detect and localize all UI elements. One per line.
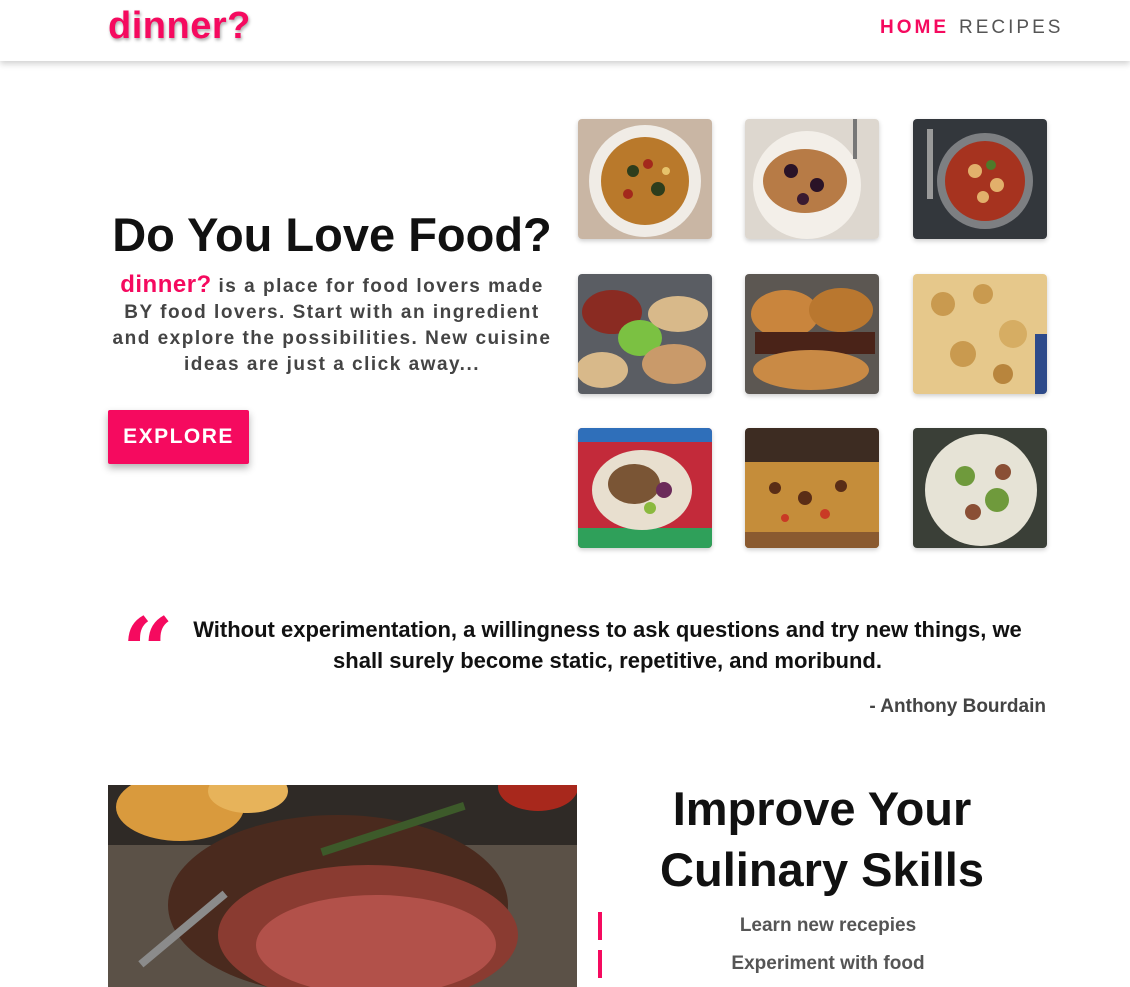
hero-description: dinner? is a place for food lovers made … — [108, 272, 556, 378]
food-image-pancakes[interactable] — [745, 119, 879, 239]
skills-title: Improve Your Culinary Skills — [660, 782, 984, 896]
food-image-pasta[interactable] — [578, 119, 712, 239]
hero-title: Do You Love Food? — [112, 208, 552, 261]
quote-icon: “ — [122, 598, 174, 704]
nav-link-home[interactable]: HOME — [880, 17, 949, 39]
food-image-burgers[interactable] — [745, 274, 879, 394]
skills-list: Learn new recepies Experiment with food — [598, 910, 1058, 986]
nav-link-recipes[interactable]: RECIPES — [959, 17, 1063, 39]
skill-accent-bar — [598, 912, 602, 940]
food-image-mac-cheese[interactable] — [913, 274, 1047, 394]
quote-text: Without experimentation, a willingness t… — [193, 617, 1022, 673]
quote-author: - Anthony Bourdain — [869, 696, 1046, 717]
steak-photo — [108, 785, 577, 987]
skill-label: Learn new recepies — [739, 915, 917, 936]
food-image-noodle-salad[interactable] — [913, 428, 1047, 548]
brand-logo[interactable]: dinner? — [108, 5, 251, 48]
skill-label: Experiment with food — [731, 953, 925, 974]
food-image-gnocchi-pan[interactable] — [913, 119, 1047, 239]
food-image-grid — [578, 119, 1047, 548]
hero-brand: dinner? — [120, 271, 212, 298]
food-image-tostadas[interactable] — [578, 428, 712, 548]
skill-item: Learn new recepies — [598, 910, 1058, 948]
skill-item: Experiment with food — [598, 948, 1058, 986]
food-image-loaded-fries[interactable] — [745, 428, 879, 548]
hero-section: Do You Love Food? dinner? is a place for… — [108, 200, 556, 378]
navbar: dinner? HOME RECIPES — [0, 0, 1130, 61]
explore-button[interactable]: EXPLORE — [108, 410, 249, 464]
skill-accent-bar — [598, 950, 602, 978]
food-image-tacos[interactable] — [578, 274, 712, 394]
